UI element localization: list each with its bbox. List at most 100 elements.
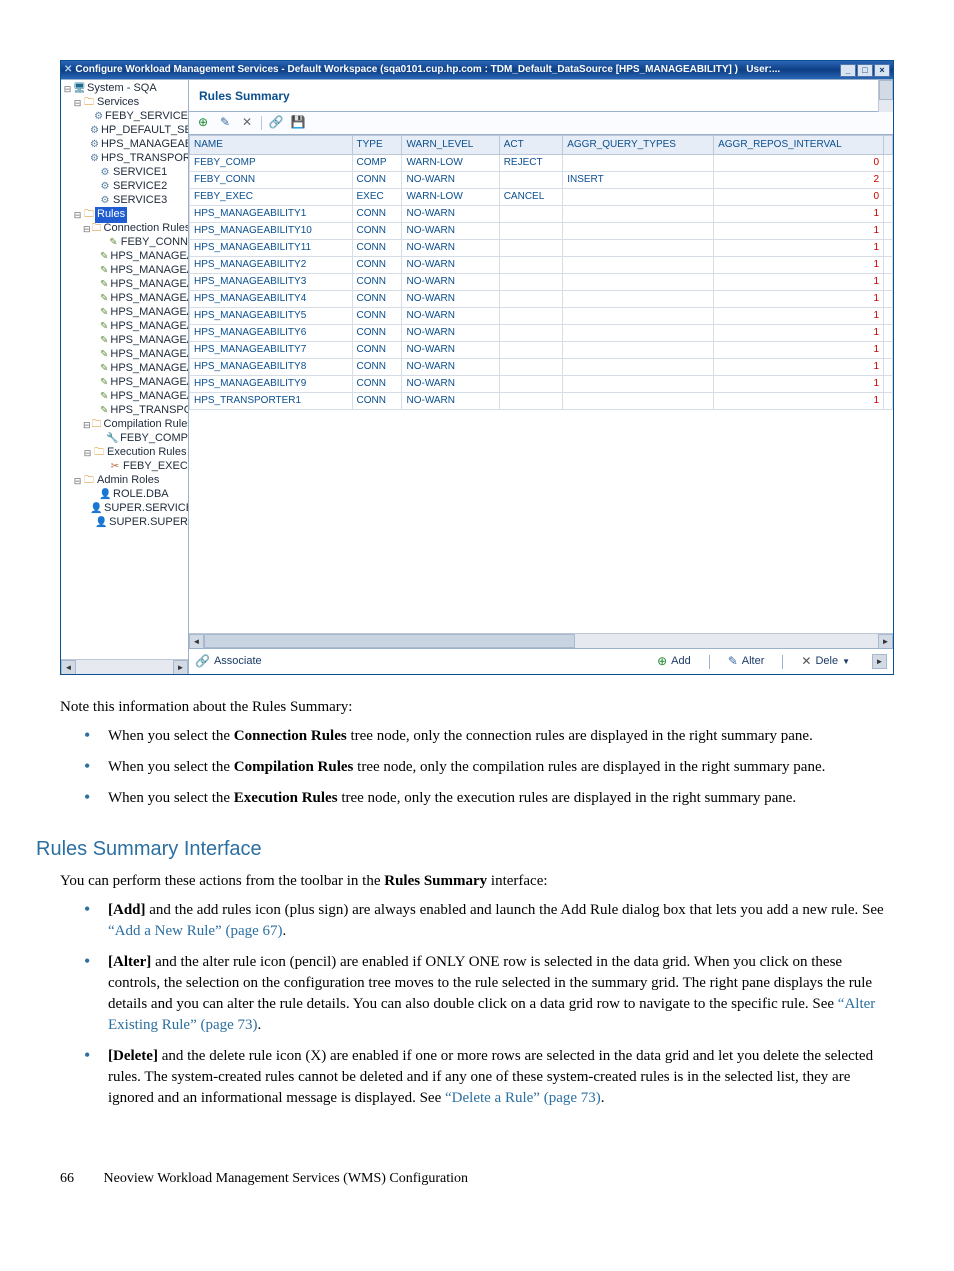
table-row[interactable]: HPS_TRANSPORTER1CONNNO-WARN1: [190, 392, 893, 409]
grid-column-header[interactable]: WARN_LEVEL: [402, 135, 499, 154]
delete-button[interactable]: ✕Dele▼: [801, 653, 850, 670]
tree-exec-rule-item[interactable]: ✂FEBY_EXEC: [63, 460, 188, 474]
cell-extra: [884, 256, 893, 273]
cell-type: COMP: [352, 154, 402, 171]
table-row[interactable]: HPS_MANAGEABILITY11CONNNO-WARN1: [190, 239, 893, 256]
grid-column-header[interactable]: AGGR_REPOS_INTERVAL: [714, 135, 884, 154]
tree-toggle-icon[interactable]: ⊟: [63, 85, 72, 94]
tree-conn-rule-item[interactable]: ✎HPS_MANAGEA: [63, 264, 188, 278]
navigation-tree[interactable]: ⊟🖥System - SQA⊟🗀Services⚙FEBY_SERVICE⚙HP…: [61, 79, 189, 674]
tree-item-icon: ✎: [100, 306, 108, 320]
tree-item-icon: 🔧: [106, 432, 118, 446]
tree-service-item[interactable]: ⚙SERVICE3: [63, 194, 188, 208]
grid-column-header[interactable]: [884, 135, 893, 154]
grid-column-header[interactable]: ACT: [499, 135, 563, 154]
tree-conn-rule-item[interactable]: ✎HPS_MANAGEA: [63, 334, 188, 348]
cell-warn: NO-WARN: [402, 307, 499, 324]
associate-button[interactable]: 🔗Associate: [195, 653, 262, 670]
tree-toggle-icon[interactable]: ⊟: [73, 99, 82, 108]
tree-rules[interactable]: ⊟🗀Rules: [63, 208, 188, 222]
tree-toggle-icon[interactable]: ⊟: [83, 449, 92, 458]
tree-conn-rule-item[interactable]: ✎HPS_TRANSPO: [63, 404, 188, 418]
close-button[interactable]: ×: [874, 64, 890, 77]
tree-conn-rule-item[interactable]: ✎HPS_MANAGEA: [63, 348, 188, 362]
tree-conn-rule-item[interactable]: ✎HPS_MANAGEA: [63, 306, 188, 320]
tree-conn-rule-item[interactable]: ✎HPS_MANAGEA: [63, 362, 188, 376]
table-row[interactable]: FEBY_EXECEXECWARN-LOWCANCEL0: [190, 188, 893, 205]
action-item-alter: [Alter] and the alter rule icon (pencil)…: [84, 952, 894, 1036]
tree-connection-rules[interactable]: ⊟🗀Connection Rules: [63, 222, 188, 236]
panel-v-scrollbar[interactable]: [878, 80, 893, 112]
rules-grid[interactable]: NAMETYPEWARN_LEVELACTAGGR_QUERY_TYPESAGG…: [189, 135, 893, 633]
tree-conn-rule-item[interactable]: ✎HPS_MANAGEA: [63, 292, 188, 306]
table-row[interactable]: FEBY_COMPCOMPWARN-LOWREJECT0: [190, 154, 893, 171]
titlebar[interactable]: ✕ Configure Workload Management Services…: [61, 61, 893, 79]
tree-toggle-icon[interactable]: ⊟: [83, 421, 91, 430]
associate-icon[interactable]: 🔗: [268, 115, 284, 131]
scroll-left-icon[interactable]: ◄: [189, 634, 204, 649]
table-row[interactable]: HPS_MANAGEABILITY10CONNNO-WARN1: [190, 222, 893, 239]
table-row[interactable]: HPS_MANAGEABILITY2CONNNO-WARN1: [190, 256, 893, 273]
tree-conn-rule-item[interactable]: ✎HPS_MANAGEA: [63, 278, 188, 292]
cell-aqt: [563, 205, 714, 222]
scroll-right-icon[interactable]: ►: [872, 654, 887, 669]
save-icon[interactable]: 💾: [290, 115, 306, 131]
tree-service-item[interactable]: ⚙SERVICE1: [63, 166, 188, 180]
tree-role-item[interactable]: 👤SUPER.SUPER: [63, 516, 188, 530]
maximize-button[interactable]: □: [857, 64, 873, 77]
tree-compilation-rules[interactable]: ⊟🗀Compilation Rules: [63, 418, 188, 432]
table-row[interactable]: FEBY_CONNCONNNO-WARNINSERT2: [190, 171, 893, 188]
cell-type: CONN: [352, 290, 402, 307]
cell-warn: NO-WARN: [402, 256, 499, 273]
table-row[interactable]: HPS_MANAGEABILITY4CONNNO-WARN1: [190, 290, 893, 307]
tree-root[interactable]: ⊟🖥System - SQA: [63, 82, 188, 96]
alter-rule-icon[interactable]: ✎: [217, 115, 233, 131]
table-row[interactable]: HPS_MANAGEABILITY5CONNNO-WARN1: [190, 307, 893, 324]
tree-service-item[interactable]: ⚙SERVICE2: [63, 180, 188, 194]
table-row[interactable]: HPS_MANAGEABILITY3CONNNO-WARN1: [190, 273, 893, 290]
alter-button[interactable]: ✎Alter: [728, 653, 765, 670]
tree-service-item[interactable]: ⚙HPS_TRANSPORTE: [63, 152, 188, 166]
grid-column-header[interactable]: AGGR_QUERY_TYPES: [563, 135, 714, 154]
link-add-rule[interactable]: “Add a New Rule” (page 67): [108, 923, 283, 939]
cell-act: [499, 205, 563, 222]
scroll-right-icon[interactable]: ►: [878, 634, 893, 649]
add-button[interactable]: ⊕Add: [657, 653, 691, 670]
tree-toggle-icon[interactable]: ⊟: [73, 211, 82, 220]
grid-column-header[interactable]: TYPE: [352, 135, 402, 154]
table-row[interactable]: HPS_MANAGEABILITY7CONNNO-WARN1: [190, 341, 893, 358]
tree-conn-rule-item[interactable]: ✎HPS_MANAGEA: [63, 390, 188, 404]
table-row[interactable]: HPS_MANAGEABILITY6CONNNO-WARN1: [190, 324, 893, 341]
tree-service-item[interactable]: ⚙FEBY_SERVICE: [63, 110, 188, 124]
tree-conn-rule-item[interactable]: ✎HPS_MANAGEA: [63, 320, 188, 334]
tree-conn-rule-item[interactable]: ✎HPS_MANAGEA: [63, 376, 188, 390]
tree-conn-rule-item[interactable]: ✎FEBY_CONN: [63, 236, 188, 250]
cell-name: FEBY_CONN: [190, 171, 353, 188]
tree-toggle-icon[interactable]: ⊟: [83, 225, 91, 234]
scroll-left-icon[interactable]: ◄: [61, 660, 76, 674]
tree-comp-rule-item[interactable]: 🔧FEBY_COMP: [63, 432, 188, 446]
cell-aqt: [563, 222, 714, 239]
grid-h-scrollbar[interactable]: ◄ ►: [189, 633, 893, 648]
tree-services[interactable]: ⊟🗀Services: [63, 96, 188, 110]
tree-toggle-icon[interactable]: ⊟: [73, 477, 82, 486]
scroll-right-icon[interactable]: ►: [173, 660, 188, 674]
tree-execution-rules[interactable]: ⊟🗀Execution Rules: [63, 446, 188, 460]
tree-h-scrollbar[interactable]: ◄ ►: [61, 659, 188, 674]
delete-rule-icon[interactable]: ✕: [239, 115, 255, 131]
add-rule-icon[interactable]: ⊕: [195, 115, 211, 131]
table-row[interactable]: HPS_MANAGEABILITY9CONNNO-WARN1: [190, 375, 893, 392]
tree-role-item[interactable]: 👤SUPER.SERVICES: [63, 502, 188, 516]
tree-service-item[interactable]: ⚙HP_DEFAULT_SERV: [63, 124, 188, 138]
table-row[interactable]: HPS_MANAGEABILITY8CONNNO-WARN1: [190, 358, 893, 375]
link-delete-rule[interactable]: “Delete a Rule” (page 73): [445, 1090, 601, 1106]
tree-conn-rule-item[interactable]: ✎HPS_MANAGEA: [63, 250, 188, 264]
tree-admin-roles[interactable]: ⊟🗀Admin Roles: [63, 474, 188, 488]
grid-column-header[interactable]: NAME: [190, 135, 353, 154]
minimize-button[interactable]: _: [840, 64, 856, 77]
cell-ari: 1: [714, 273, 884, 290]
cell-aqt: [563, 341, 714, 358]
table-row[interactable]: HPS_MANAGEABILITY1CONNNO-WARN1: [190, 205, 893, 222]
tree-service-item[interactable]: ⚙HPS_MANAGEABIL: [63, 138, 188, 152]
tree-role-item[interactable]: 👤ROLE.DBA: [63, 488, 188, 502]
